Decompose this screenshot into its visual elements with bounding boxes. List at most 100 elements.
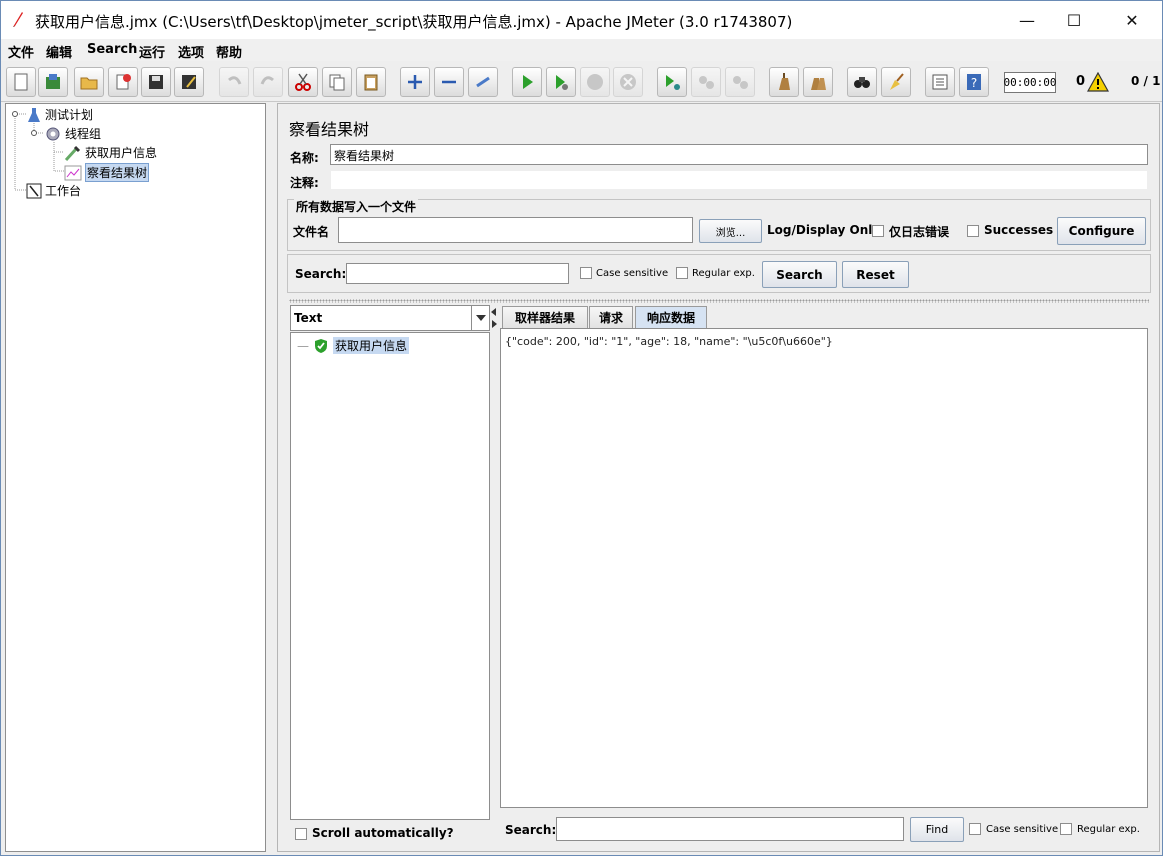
menu-run[interactable]: 运行 (139, 42, 165, 61)
menu-options[interactable]: 选项 (178, 42, 204, 61)
start-no-pause-button[interactable] (546, 67, 576, 97)
thread-count: 0 / 1 (1131, 74, 1161, 88)
undo-button[interactable] (219, 67, 249, 97)
help-button[interactable]: ? (959, 67, 989, 97)
tab-sampler-result[interactable]: 取样器结果 (502, 306, 588, 328)
copy-icon (329, 74, 345, 91)
reset-button[interactable]: Reset (842, 261, 909, 288)
response-body-text[interactable]: {"code": 200, "id": "1", "age": 18, "nam… (501, 333, 1139, 803)
remote-start-icon (666, 75, 680, 90)
pipette-icon (64, 145, 81, 161)
results-list-pane: Text — 获取用户信息 Scroll automatically? (290, 305, 490, 847)
sample-result-list[interactable]: — 获取用户信息 (290, 332, 490, 820)
clear-all-button[interactable] (803, 67, 833, 97)
remote-stop-button[interactable] (691, 67, 721, 97)
jmeter-feather-icon (10, 10, 26, 28)
tree-item-workbench[interactable]: 工作台 (26, 182, 81, 199)
menu-edit[interactable]: 编辑 (46, 42, 72, 61)
collapse-all-button[interactable] (434, 67, 464, 97)
find-button[interactable]: Find (910, 817, 964, 842)
save-button[interactable] (141, 67, 171, 97)
minimize-button[interactable]: — (1004, 1, 1050, 39)
errors-only-checkbox[interactable] (872, 225, 884, 237)
tab-request[interactable]: 请求 (589, 306, 633, 328)
bottom-search-input[interactable] (556, 817, 904, 841)
maximize-button[interactable]: ☐ (1051, 1, 1097, 39)
regex-label: Regular exp. (692, 268, 755, 279)
name-field[interactable]: 察看结果树 (330, 144, 1148, 165)
test-plan-tree[interactable]: 测试计划 线程组 获取用户信息 察看结果树 工作台 (5, 103, 266, 852)
split-arrows-icon[interactable] (490, 308, 498, 328)
reset-search-button[interactable] (881, 67, 911, 97)
renderer-select-value: Text (294, 311, 323, 325)
function-helper-icon (932, 74, 948, 90)
redo-button[interactable] (253, 67, 283, 97)
redo-icon (260, 76, 274, 85)
expand-all-button[interactable] (400, 67, 430, 97)
save-as-button[interactable] (174, 67, 204, 97)
stop-button[interactable] (580, 67, 610, 97)
tree-dash: — (297, 338, 309, 353)
gear-icon (46, 127, 60, 140)
success-shield-icon (315, 338, 327, 353)
function-helper-button[interactable] (925, 67, 955, 97)
panel-splitter[interactable] (267, 103, 275, 852)
list-item[interactable]: — 获取用户信息 (297, 337, 410, 354)
shutdown-button[interactable] (613, 67, 643, 97)
cut-button[interactable] (288, 67, 318, 97)
filename-input[interactable] (338, 217, 693, 243)
remote-shutdown-button[interactable] (725, 67, 755, 97)
menu-file[interactable]: 文件 (8, 42, 34, 61)
close-file-button[interactable] (108, 67, 138, 97)
remote-start-button[interactable] (657, 67, 687, 97)
open-button[interactable] (74, 67, 104, 97)
tab-response-data[interactable]: 响应数据 (635, 306, 707, 328)
tree-item-http-sampler[interactable]: 获取用户信息 (64, 144, 157, 161)
comment-field[interactable] (330, 170, 1148, 190)
split-divider[interactable] (289, 299, 1149, 303)
successes-label: Successes (984, 223, 1054, 237)
toggle-button[interactable] (468, 67, 498, 97)
copy-button[interactable] (322, 67, 352, 97)
menu-help[interactable]: 帮助 (216, 42, 242, 61)
search-input[interactable] (346, 263, 569, 284)
paste-button[interactable] (356, 67, 386, 97)
close-button[interactable]: ✕ (1109, 1, 1155, 39)
new-button[interactable] (6, 67, 36, 97)
regex-checkbox[interactable] (676, 267, 688, 279)
search-icon (854, 77, 870, 88)
warning-icon[interactable] (1086, 71, 1110, 95)
clear-button[interactable] (769, 67, 799, 97)
tree-item-test-plan[interactable]: 测试计划 (26, 106, 93, 123)
tree-item-view-results-tree[interactable]: 察看结果树 (64, 163, 150, 182)
comment-label: 注释: (290, 176, 319, 190)
successes-checkbox[interactable] (967, 225, 979, 237)
maximize-icon: ☐ (1066, 10, 1082, 30)
chevron-down-icon[interactable] (471, 306, 489, 330)
svg-text:?: ? (971, 76, 977, 90)
paste-icon (364, 74, 378, 91)
result-detail-pane: 取样器结果 请求 响应数据 {"code": 200, "id": "1", "… (500, 305, 1148, 847)
search-button-toolbar[interactable] (847, 67, 877, 97)
scroll-auto-checkbox[interactable] (295, 828, 307, 840)
start-icon (523, 75, 533, 89)
bottom-regex-checkbox[interactable] (1060, 823, 1072, 835)
templates-button[interactable] (38, 67, 68, 97)
menu-search[interactable]: Search (87, 42, 137, 57)
tree-item-thread-group[interactable]: 线程组 (44, 125, 101, 142)
configure-button[interactable]: Configure (1057, 217, 1146, 245)
list-item-label: 获取用户信息 (333, 337, 410, 354)
browse-button[interactable]: 浏览... (699, 219, 762, 243)
minimize-icon: — (1019, 10, 1035, 30)
menu-bar: 文件 编辑 Search 运行 选项 帮助 (1, 39, 1162, 61)
scroll-auto-label: Scroll automatically? (312, 826, 454, 840)
search-button[interactable]: Search (762, 261, 837, 288)
renderer-select[interactable]: Text (290, 305, 490, 331)
bottom-case-sensitive-checkbox[interactable] (969, 823, 981, 835)
open-icon (80, 77, 98, 90)
save-as-icon (182, 75, 196, 89)
name-label: 名称: (290, 151, 319, 165)
case-sensitive-checkbox[interactable] (580, 267, 592, 279)
start-button[interactable] (512, 67, 542, 97)
collapse-icon (442, 80, 456, 84)
